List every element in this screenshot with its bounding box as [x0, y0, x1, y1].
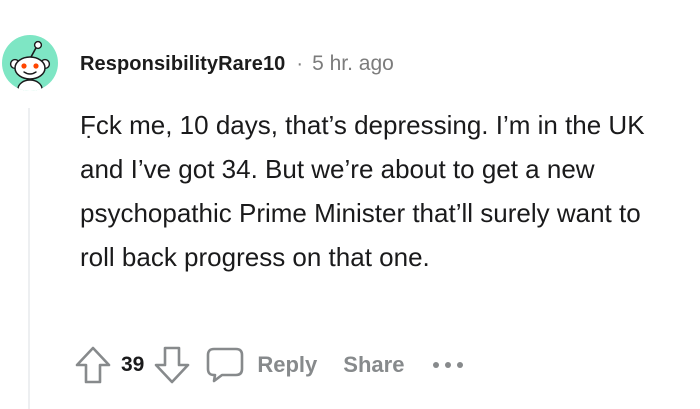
timestamp[interactable]: 5 hr. ago — [312, 52, 394, 76]
thread-line[interactable] — [28, 108, 30, 409]
username[interactable]: ResponsibilityRare10 — [80, 53, 285, 76]
reply-label: Reply — [257, 352, 318, 377]
comment: ResponsibilityRare10 · 5 hr. ago F̣ck me… — [0, 0, 700, 409]
ellipsis-icon — [433, 362, 464, 368]
snoo-avatar-icon — [9, 40, 51, 91]
comment-header: ResponsibilityRare10 · 5 hr. ago — [80, 50, 394, 78]
comment-actions: 39 Reply Share — [74, 342, 466, 388]
arrow-up-outline-icon — [75, 346, 111, 384]
avatar[interactable] — [2, 35, 58, 91]
upvote-button[interactable] — [74, 345, 112, 385]
comment-body: F̣ck me, 10 days, that’s depressing. I’m… — [80, 110, 645, 272]
arrow-down-outline-icon — [155, 346, 190, 384]
share-button[interactable]: Share — [343, 352, 404, 378]
speech-bubble-icon — [207, 347, 244, 383]
vote-count: 39 — [121, 353, 145, 376]
reply-button[interactable]: Reply — [205, 346, 317, 384]
more-options-button[interactable] — [430, 359, 466, 371]
meta-separator: · — [296, 52, 304, 75]
downvote-button[interactable] — [153, 345, 191, 385]
